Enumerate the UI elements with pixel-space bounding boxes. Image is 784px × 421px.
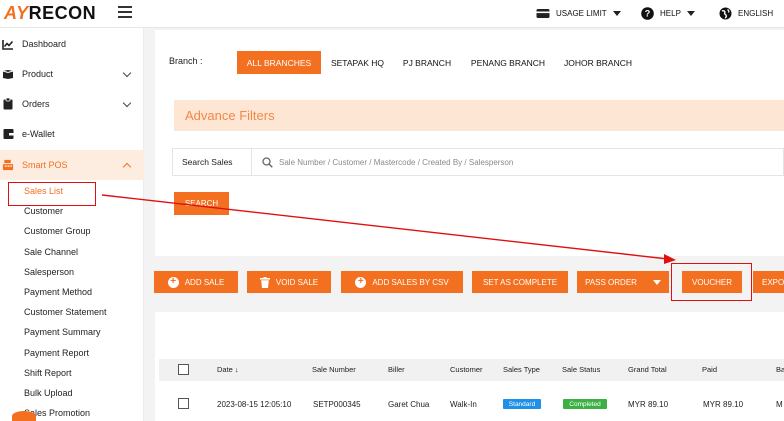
- annotation-arrow: [101, 194, 676, 264]
- chat-launcher-icon[interactable]: [12, 411, 36, 421]
